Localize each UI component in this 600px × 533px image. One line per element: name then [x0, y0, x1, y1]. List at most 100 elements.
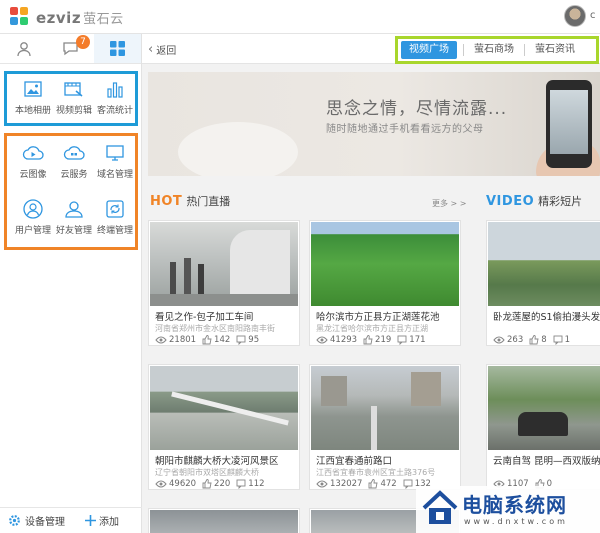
video-thumbnail: [150, 510, 298, 533]
watermark-url: www.dnxtw.com: [464, 517, 568, 526]
add-device-button[interactable]: 添加: [85, 513, 119, 528]
eye-icon: [155, 336, 167, 344]
hot-title: 热门直播: [186, 195, 231, 208]
phone-image: [546, 80, 592, 168]
more-link[interactable]: 更多 > >: [432, 198, 467, 209]
tab-messages[interactable]: 7: [47, 34, 94, 63]
device-manage-label: 设备管理: [25, 517, 65, 528]
eye-icon: [316, 480, 328, 488]
comment-icon: [397, 335, 407, 345]
video-section-header: VIDEO 精彩短片: [486, 193, 582, 209]
view-count: 41293: [330, 335, 358, 345]
cloud-service-icon: [63, 146, 85, 160]
media-tools-group: 本地相册 视频剪辑 客流统计: [4, 71, 138, 126]
house-logo-icon: [422, 490, 458, 524]
tab-video-square[interactable]: 视频广场: [401, 41, 457, 59]
video-card[interactable]: 看见之作-包子加工车间 河南省郑州市金水区南阳路南丰街 21801 142 95: [148, 220, 300, 346]
main-content: ‹ 返回 视频广场 萤石商场 萤石资讯 思念之情，尽情流露... 随时随地通过手…: [142, 34, 600, 533]
eye-icon: [316, 336, 328, 344]
bar-stats-icon: [107, 81, 123, 98]
card-title: 看见之作-包子加工车间: [155, 312, 254, 323]
card-location: 黑龙江省哈尔滨市方正县方正湖: [316, 324, 428, 333]
promo-banner[interactable]: 思念之情，尽情流露... 随时随地通过手机看看远方的父母: [148, 72, 600, 176]
banner-subtitle: 随时随地通过手机看看远方的父母: [326, 124, 484, 135]
user-manage-icon: [23, 199, 43, 219]
like-count: 8: [541, 335, 547, 345]
card-stats: 263 8 1: [493, 335, 576, 345]
comment-icon: [236, 335, 246, 345]
video-card[interactable]: [148, 508, 300, 533]
comment-count: 95: [248, 335, 260, 345]
banner-decoration: [178, 122, 298, 176]
tab-contacts[interactable]: [0, 34, 47, 63]
grid-apps-icon: [110, 41, 125, 56]
tile-terminal-manage[interactable]: 终端管理: [93, 198, 137, 236]
thumbs-up-icon: [363, 335, 373, 345]
card-title: 朝阳市麒麟大桥大凌河风景区: [155, 456, 279, 467]
card-stats: 41293 219 171: [316, 335, 432, 345]
video-thumbnail: [311, 366, 459, 450]
tile-label: 客流统计: [96, 106, 133, 116]
tab-news[interactable]: 萤石资讯: [525, 41, 585, 59]
comment-icon: [553, 335, 563, 345]
card-title: 江西宜春通前路口: [316, 456, 393, 467]
video-card[interactable]: 卧龙莲屋的S1偷拍漫头发展 263 8 1: [486, 220, 600, 346]
view-count: 49620: [169, 479, 197, 489]
user-icon: [16, 41, 31, 56]
watermark-title: 电脑系统网: [462, 493, 567, 517]
like-count: 220: [214, 479, 231, 489]
video-card[interactable]: 江西宜春通前路口 江西省宜春市袁州区宜土路376号 132027 472 132: [309, 364, 461, 490]
tab-apps[interactable]: [94, 34, 141, 63]
comment-count: 171: [409, 335, 426, 345]
card-title: 卧龙莲屋的S1偷拍漫头发展: [493, 312, 600, 323]
card-location: 辽宁省朝阳市双塔区麒麟大桥: [155, 468, 259, 477]
management-group: 云图像 云服务 域名管理 用户管理 好友管理 终端管理: [4, 133, 138, 250]
like-count: 219: [375, 335, 392, 345]
video-thumbnail: [488, 366, 600, 450]
video-card[interactable]: 云南自驾 昆明—西双版纳 1107 0: [486, 364, 600, 490]
user-name[interactable]: c: [590, 10, 596, 21]
tile-traffic-stats[interactable]: 客流统计: [93, 78, 137, 116]
card-title: 云南自驾 昆明—西双版纳: [493, 456, 600, 467]
message-count-badge: 7: [76, 35, 90, 49]
video-card[interactable]: 哈尔滨市方正县方正湖莲花池 黑龙江省哈尔滨市方正县方正湖 41293 219 1…: [309, 220, 461, 346]
sidebar: 7 本地相册 视频剪辑 客流统计 云图像 云服务 域名管理 用户管理 好友管理 …: [0, 34, 142, 533]
like-count: 472: [380, 479, 397, 489]
chevron-left-icon: ‹: [148, 42, 154, 57]
tab-mall[interactable]: 萤石商场: [464, 41, 524, 59]
nav-tab-group: 视频广场 萤石商场 萤石资讯: [395, 36, 599, 64]
plus-icon: [85, 515, 96, 526]
device-manage-button[interactable]: 设备管理: [8, 513, 65, 528]
video-edit-icon: [64, 82, 83, 97]
video-card[interactable]: 朝阳市麒麟大桥大凌河风景区 辽宁省朝阳市双塔区麒麟大桥 49620 220 11…: [148, 364, 300, 490]
view-count: 132027: [330, 479, 363, 489]
avatar[interactable]: [564, 5, 586, 27]
card-title: 哈尔滨市方正县方正湖莲花池: [316, 312, 440, 323]
thumbs-up-icon: [369, 479, 379, 489]
sidebar-tabs: 7: [0, 34, 141, 64]
video-thumbnail: [311, 222, 459, 306]
comment-count: 112: [248, 479, 265, 489]
monitor-icon: [106, 145, 124, 161]
photo-icon: [24, 81, 42, 97]
video-thumbnail: [150, 366, 298, 450]
top-nav: ‹ 返回 视频广场 萤石商场 萤石资讯: [142, 34, 600, 64]
card-stats: 49620 220 112: [155, 479, 271, 489]
site-watermark: 电脑系统网 www.dnxtw.com: [416, 486, 600, 533]
banner-title: 思念之情，尽情流露...: [326, 99, 508, 119]
tile-label: 域名管理: [96, 170, 133, 180]
video-title: 精彩短片: [538, 195, 583, 208]
title-bar: ezviz 萤石云 c: [0, 0, 600, 34]
friends-icon: [65, 201, 83, 218]
card-stats: 21801 142 95: [155, 335, 265, 345]
gear-icon: [9, 515, 20, 526]
comment-icon: [236, 479, 246, 489]
back-label: 返回: [156, 46, 177, 57]
video-thumbnail: [150, 222, 298, 306]
comment-count: 1: [564, 335, 571, 345]
cloud-play-icon: [22, 146, 44, 160]
video-thumbnail: [488, 222, 600, 306]
logo-text: ezviz 萤石云: [36, 8, 124, 27]
back-button[interactable]: ‹ 返回: [148, 42, 176, 57]
tile-domain-manage[interactable]: 域名管理: [93, 142, 137, 180]
